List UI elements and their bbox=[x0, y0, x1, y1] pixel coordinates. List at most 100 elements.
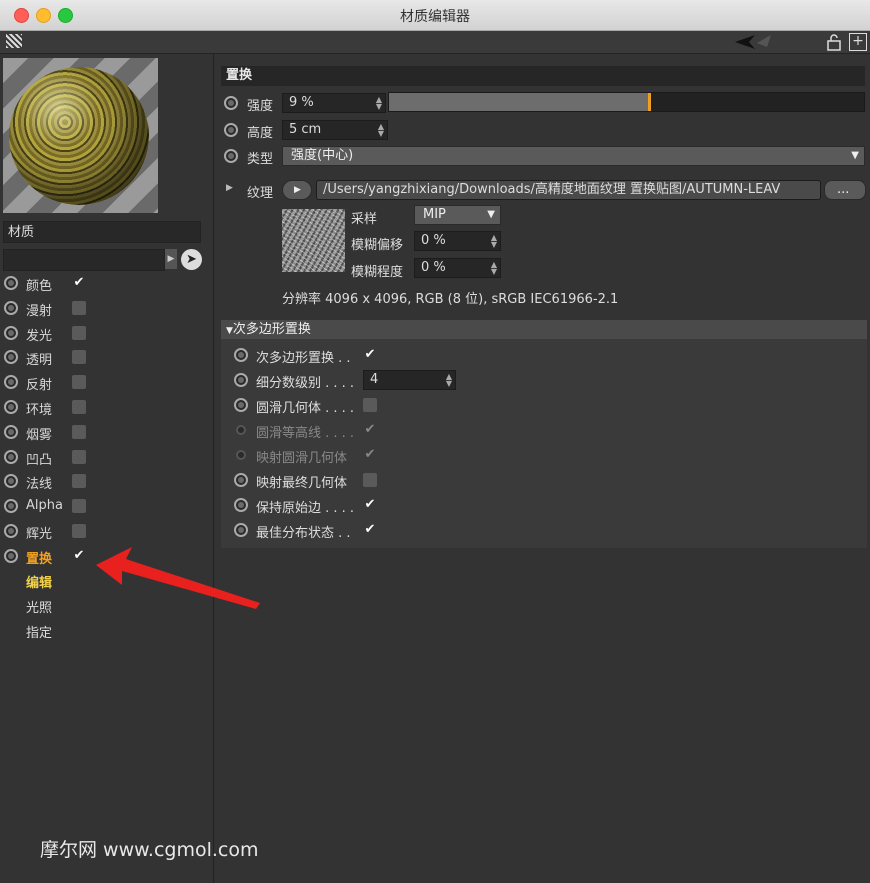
slider-handle[interactable] bbox=[648, 93, 652, 111]
channel-radio[interactable] bbox=[4, 350, 18, 365]
height-field[interactable]: 5 cm ▲ ▼ bbox=[282, 120, 388, 140]
channel-radio[interactable] bbox=[4, 325, 18, 340]
channel-radio[interactable] bbox=[4, 400, 18, 414]
expand-triangle-icon[interactable]: ▶ bbox=[226, 183, 233, 193]
channel-checkbox[interactable] bbox=[72, 474, 86, 489]
subpoly-radio[interactable] bbox=[234, 523, 248, 537]
channel-radio[interactable] bbox=[4, 276, 18, 290]
channel-checkbox[interactable] bbox=[72, 375, 86, 390]
channel-radio[interactable] bbox=[4, 300, 18, 315]
channel-item[interactable]: Alpha bbox=[0, 495, 213, 517]
channel-item[interactable]: 反射 bbox=[0, 371, 213, 393]
subpoly-option[interactable]: 次多边形置换 . . ✔ bbox=[221, 344, 861, 366]
watermark: 摩尔网 www.cgmol.com bbox=[40, 839, 259, 861]
channel-item[interactable]: 颜色 ✔ bbox=[0, 272, 213, 294]
subpoly-label: 圆滑等高线 . . . . bbox=[256, 426, 355, 441]
channel-item[interactable]: 烟雾 bbox=[0, 421, 213, 443]
channel-checkbox[interactable]: ✔ bbox=[72, 276, 86, 290]
subpoly-option: 映射圆滑几何体 ✔ bbox=[221, 444, 861, 466]
channel-checkbox[interactable] bbox=[72, 524, 86, 538]
strength-slider[interactable] bbox=[388, 92, 865, 112]
channel-checkbox[interactable] bbox=[72, 499, 86, 514]
chevron-right-icon[interactable]: ▶ bbox=[165, 249, 177, 269]
channel-radio[interactable] bbox=[4, 474, 18, 489]
channel-label: 凹凸 bbox=[26, 452, 53, 468]
channel-radio[interactable] bbox=[4, 524, 18, 538]
texture-menu-button[interactable]: ▶ bbox=[282, 180, 312, 200]
channel-item[interactable]: 辉光 bbox=[0, 520, 213, 542]
channel-radio[interactable] bbox=[4, 375, 18, 390]
subpoly-radio[interactable] bbox=[234, 348, 248, 362]
channel-subitem[interactable]: 指定 bbox=[26, 622, 52, 641]
height-animate-radio[interactable] bbox=[224, 123, 238, 137]
chevron-down-icon: ▼ bbox=[487, 209, 495, 220]
subpoly-radio[interactable] bbox=[234, 498, 248, 512]
pointer-pick-icon[interactable]: ➤ bbox=[181, 249, 202, 270]
texture-browse-button[interactable]: ... bbox=[824, 180, 866, 200]
stepper-icon[interactable]: ▲ ▼ bbox=[491, 234, 497, 249]
subpoly-radio bbox=[236, 425, 246, 435]
texture-row: ▶ 纹理 ▶ /Users/yangzhixiang/Downloads/高精度… bbox=[215, 179, 870, 201]
channel-checkbox[interactable] bbox=[72, 300, 86, 315]
sampling-value: MIP bbox=[423, 207, 446, 222]
channel-item[interactable]: 凹凸 bbox=[0, 446, 213, 468]
subdivision-level-field[interactable]: 4 ▲ ▼ bbox=[363, 370, 456, 390]
channel-checkbox[interactable]: ✔ bbox=[72, 548, 86, 563]
channel-subitem[interactable]: 编辑 bbox=[26, 572, 52, 591]
strength-field[interactable]: 9 % ▲ ▼ bbox=[282, 93, 386, 113]
subpoly-option[interactable]: 细分数级别 . . . . 4 ▲ ▼ bbox=[221, 369, 861, 391]
channel-radio[interactable] bbox=[4, 449, 18, 464]
height-row: 高度 5 cm ▲ ▼ bbox=[215, 119, 395, 141]
channel-checkbox[interactable] bbox=[72, 424, 86, 439]
subpoly-option[interactable]: 圆滑几何体 . . . . bbox=[221, 394, 861, 416]
stepper-icon[interactable]: ▲ ▼ bbox=[446, 373, 452, 388]
subpoly-checkbox[interactable]: ✔ bbox=[363, 523, 377, 537]
texture-path-field[interactable]: /Users/yangzhixiang/Downloads/高精度地面纹理 置换… bbox=[316, 180, 821, 200]
channel-radio[interactable] bbox=[4, 548, 18, 563]
navigation-arrow-icon[interactable] bbox=[733, 33, 773, 51]
channel-radio[interactable] bbox=[4, 499, 18, 514]
strength-animate-radio[interactable] bbox=[224, 96, 238, 110]
type-dropdown[interactable]: 强度(中心) ▼ bbox=[282, 146, 865, 166]
subpoly-option[interactable]: 最佳分布状态 . . ✔ bbox=[221, 519, 861, 541]
channel-checkbox[interactable] bbox=[72, 350, 86, 365]
channel-item[interactable]: 透明 bbox=[0, 346, 213, 368]
material-preview[interactable] bbox=[3, 58, 158, 213]
stepper-icon[interactable]: ▲ ▼ bbox=[491, 261, 497, 276]
material-name-field[interactable]: 材质 bbox=[3, 221, 201, 243]
channel-checkbox[interactable] bbox=[72, 449, 86, 464]
strength-label: 强度 bbox=[247, 99, 274, 114]
stepper-icon[interactable]: ▲ ▼ bbox=[376, 96, 382, 111]
channel-item[interactable]: 环境 bbox=[0, 396, 213, 418]
channel-item[interactable]: 漫射 bbox=[0, 297, 213, 319]
texture-resolution-info: 分辨率 4096 x 4096, RGB (8 位), sRGB IEC6196… bbox=[282, 292, 619, 307]
channel-checkbox[interactable] bbox=[72, 400, 86, 414]
subpoly-checkbox[interactable]: ✔ bbox=[363, 348, 377, 362]
channel-subitem[interactable]: 光照 bbox=[26, 597, 52, 616]
blur-scale-field[interactable]: 0 % ▲ ▼ bbox=[414, 258, 501, 278]
subpoly-radio[interactable] bbox=[234, 398, 248, 412]
type-animate-radio[interactable] bbox=[224, 149, 238, 163]
type-row: 类型 强度(中心) ▼ bbox=[215, 145, 870, 167]
sampling-dropdown[interactable]: MIP ▼ bbox=[414, 205, 501, 225]
subpoly-option[interactable]: 映射最终几何体 bbox=[221, 469, 861, 491]
channel-radio[interactable] bbox=[4, 424, 18, 439]
blur-offset-field[interactable]: 0 % ▲ ▼ bbox=[414, 231, 501, 251]
channel-item[interactable]: 发光 bbox=[0, 322, 213, 344]
new-window-icon[interactable]: + bbox=[849, 33, 867, 51]
subpoly-radio[interactable] bbox=[234, 373, 248, 387]
stepper-icon[interactable]: ▲ ▼ bbox=[378, 123, 384, 138]
subpoly-section-header[interactable]: ▼次多边形置换 bbox=[221, 320, 867, 339]
material-filter-input[interactable] bbox=[3, 249, 165, 271]
height-value: 5 cm bbox=[289, 122, 322, 137]
menu-grid-icon[interactable] bbox=[6, 34, 22, 48]
subpoly-option[interactable]: 保持原始边 . . . . ✔ bbox=[221, 494, 861, 516]
slider-fill bbox=[389, 93, 651, 111]
subpoly-checkbox[interactable]: ✔ bbox=[363, 498, 377, 512]
lock-icon[interactable] bbox=[826, 33, 842, 51]
channel-item[interactable]: 法线 bbox=[0, 470, 213, 492]
channel-checkbox[interactable] bbox=[72, 325, 86, 340]
subpoly-checkbox[interactable] bbox=[363, 473, 377, 487]
subpoly-radio[interactable] bbox=[234, 473, 248, 487]
subpoly-checkbox[interactable] bbox=[363, 398, 377, 412]
